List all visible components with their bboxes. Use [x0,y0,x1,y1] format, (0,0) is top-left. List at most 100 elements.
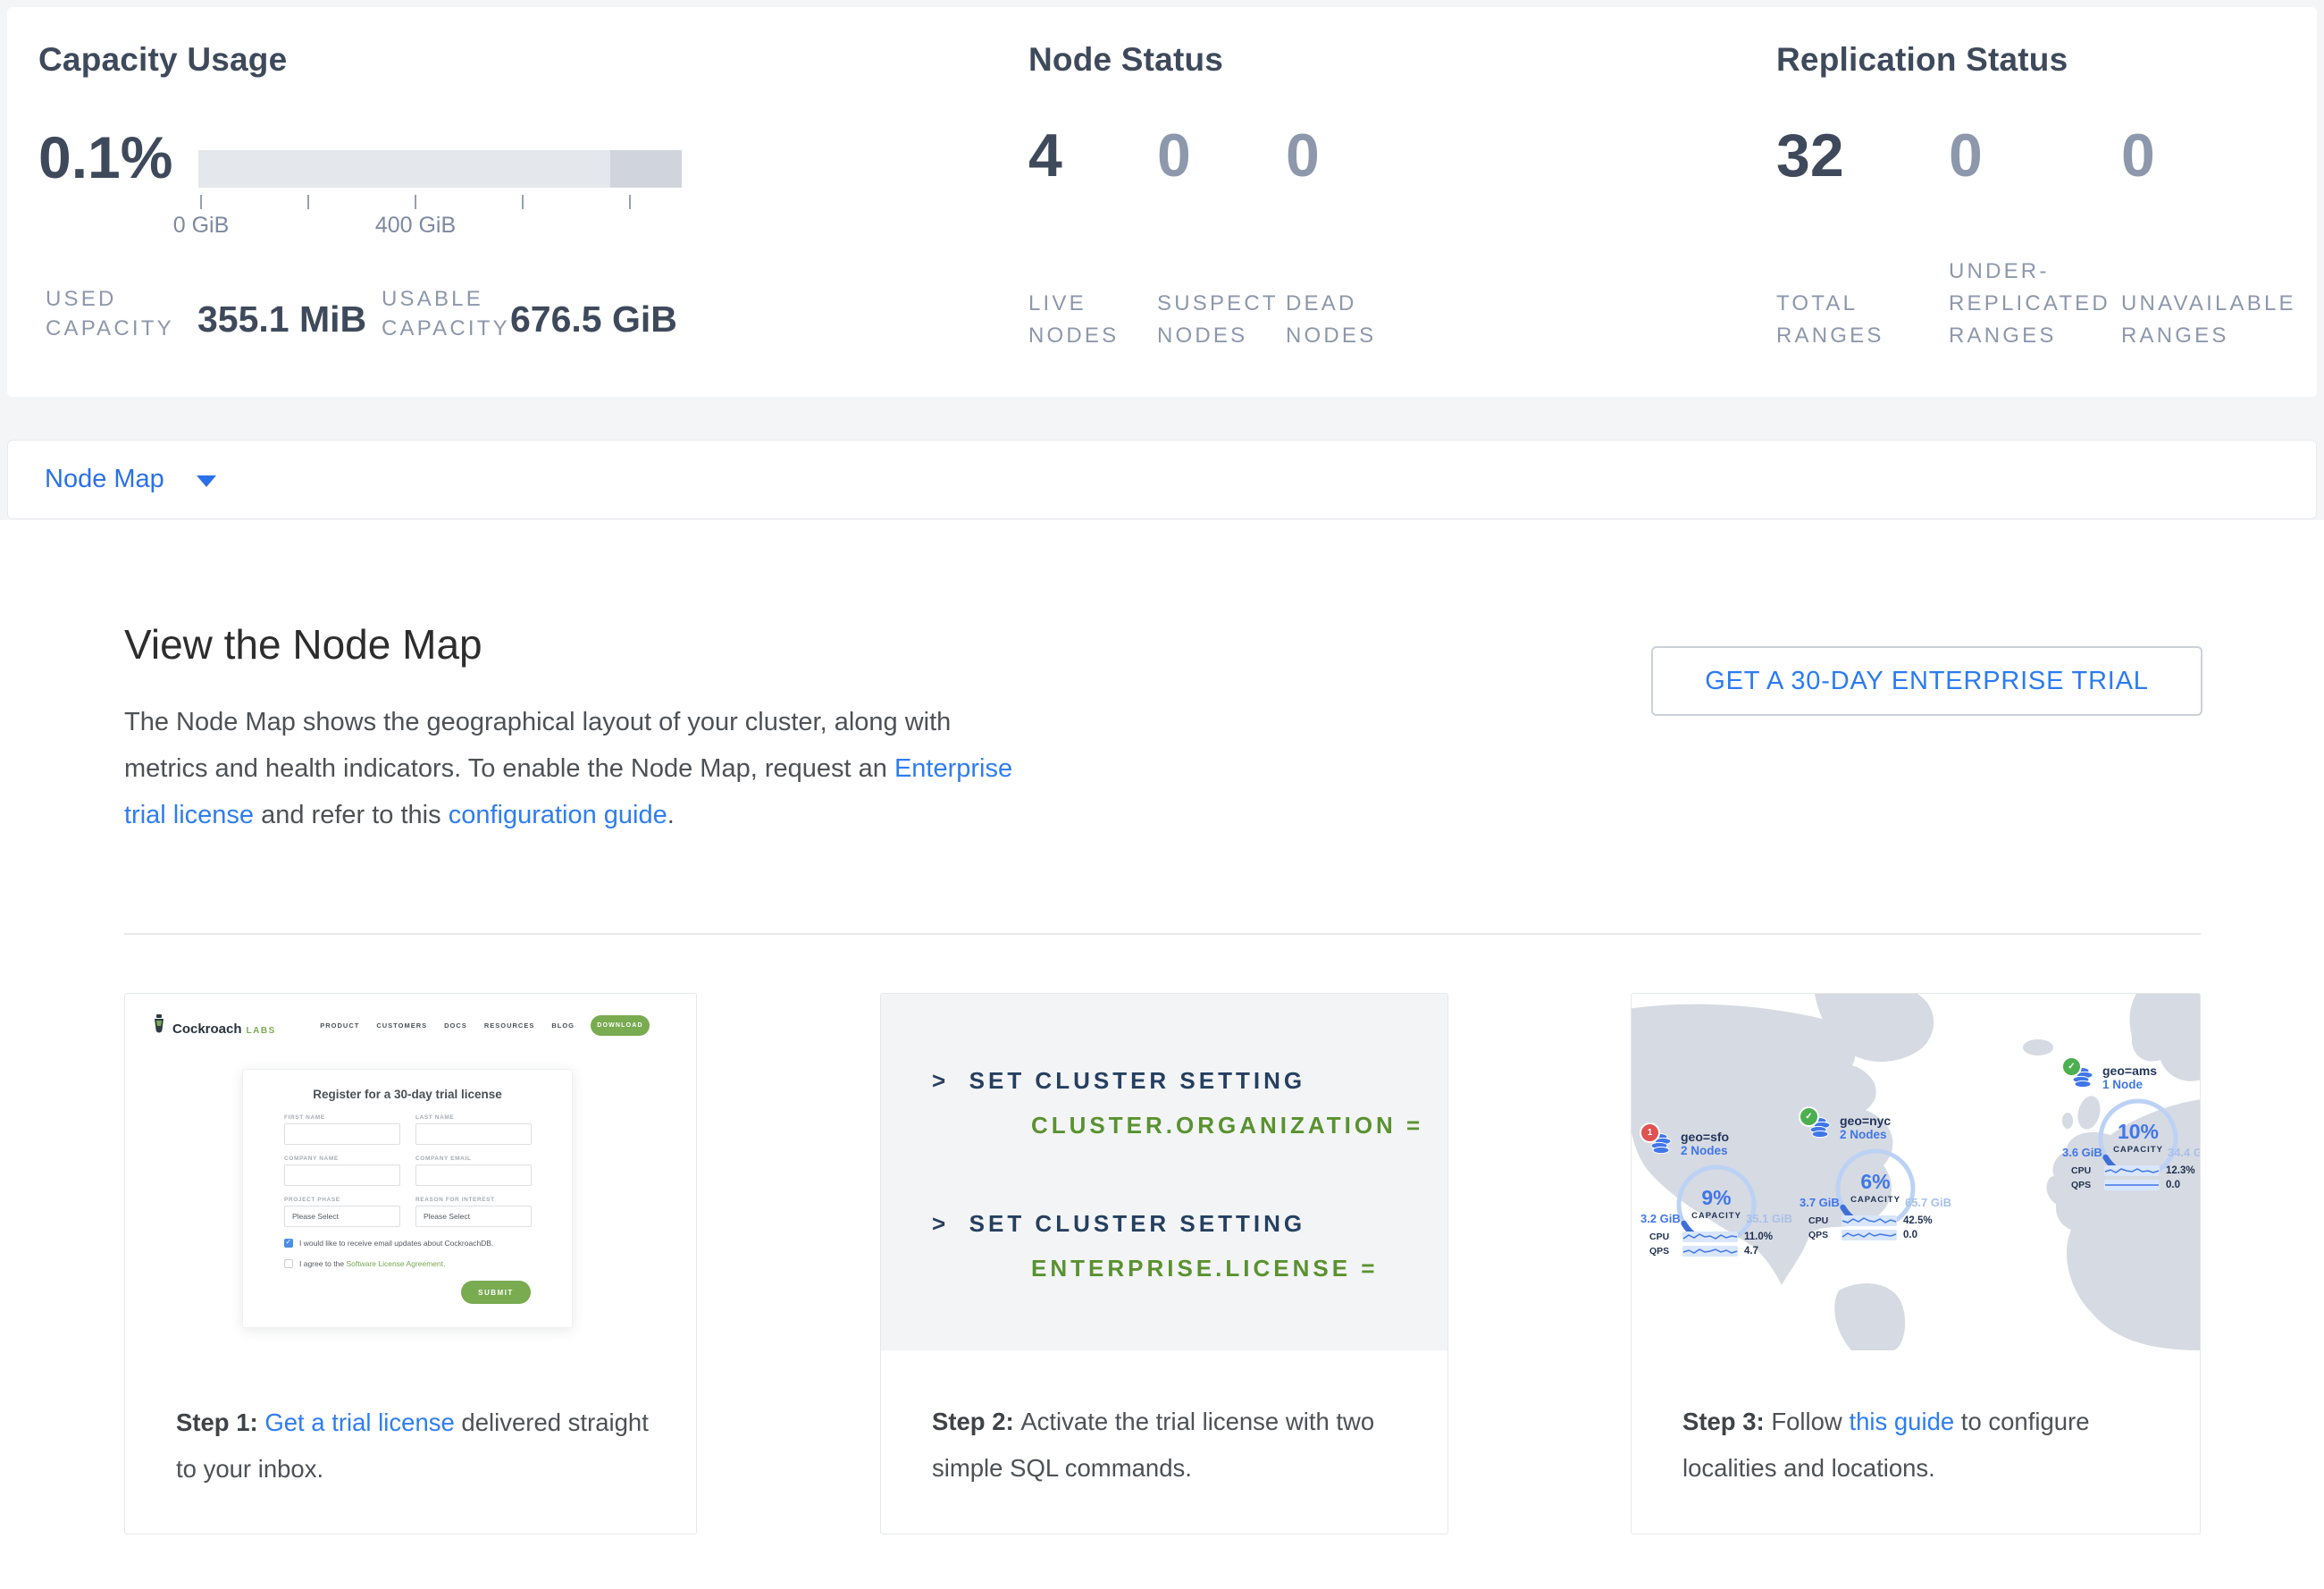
checkbox-checked-icon [284,1239,293,1248]
qps-sparkline [1842,1229,1897,1241]
qps-label: QPS [2071,1180,2098,1190]
node-count: 1 Node [2102,1078,2157,1092]
total-value: 65.7 GiB [1905,1196,1951,1209]
nodemap-dropdown[interactable]: Node Map [7,440,2317,519]
qps-label: QPS [1808,1230,1835,1240]
stat-label: UNDER-REPLICATED RANGES [1949,256,2121,352]
node-locality: geo=sfo [1681,1130,1729,1144]
get-a-trial-license-link[interactable]: Get a trial license [264,1408,454,1436]
axis-tick [200,195,202,209]
gauge-percent: 9% [1701,1186,1731,1209]
axis-tick [415,195,416,209]
form-field: PROJECT PHASE Please Select [284,1197,400,1227]
step-1-caption: Step 1: Get a trial license delivered st… [125,1360,696,1492]
field-label: COMPANY NAME [284,1156,400,1162]
software-license-agreement-link[interactable]: Software License Agreement. [346,1259,445,1268]
used-value: 3.6 GiB [2062,1146,2102,1159]
node-status-stats: 4 LIVE NODES 0 SUSPECT NODES 0 DEAD NODE… [1028,79,1414,354]
step-card-sql-commands: > SET CLUSTER SETTING CLUSTER.ORGANIZATI… [880,993,1448,1534]
qps-label: QPS [1649,1246,1676,1257]
axis-tick-label: 0 GiB [173,213,230,239]
sql-setting-name: CLUSTER.ORGANIZATION = [1031,1112,1423,1139]
node-status-panel: Node Status 4 LIVE NODES 0 SUSPECT NODES… [1028,41,1414,354]
enterprise-trial-button[interactable]: GET A 30-DAY ENTERPRISE TRIAL [1651,646,2202,716]
email-updates-checkbox-row: I would like to receive email updates ab… [284,1239,531,1248]
page-title: View the Node Map [124,620,482,668]
cpu-metric: CPU 12.3% [2071,1164,2195,1177]
node-titles: geo=nyc 2 Nodes [1840,1114,1891,1142]
unavailable-ranges-stat: 0 UNAVAILABLE RANGES [2121,79,2309,354]
mini-site-nav: PRODUCT CUSTOMERS DOCS RESOURCES BLOG [320,1022,575,1030]
text-run: and refer to this [254,801,449,829]
map-node-nyc: ✓ geo=nyc 2 Nodes [1808,1114,1942,1142]
nav-item: CUSTOMERS [376,1022,427,1030]
cluster-overview-page: { "stats": { "capacity": { "title": "Cap… [0,0,2324,1589]
capacity-bar-track [198,150,682,188]
cpu-sparkline [2104,1164,2160,1177]
gauge-values: 3.7 GiB 65.7 GiB [1800,1196,1951,1209]
cpu-metric: CPU 11.0% [1649,1231,1773,1243]
this-guide-link[interactable]: this guide [1849,1408,1954,1435]
node-titles: geo=sfo 2 Nodes [1681,1130,1729,1158]
text-run: Step 3: [1682,1408,1771,1435]
nodemap-dropdown-label[interactable]: Node Map [45,465,164,494]
replication-stats: 32 TOTAL RANGES 0 UNDER-REPLICATED RANGE… [1776,79,2309,354]
nodemap-description: The Node Map shows the geographical layo… [124,699,1027,838]
stat-value: 0 [1949,125,2121,186]
checkbox-label: I agree to the Software License Agreemen… [299,1259,446,1268]
node-count: 2 Nodes [1840,1128,1891,1142]
text-input [415,1164,532,1186]
node-count: 2 Nodes [1681,1144,1729,1158]
node-header: 1 geo=sfo 2 Nodes [1649,1130,1783,1158]
axis-tick [307,195,309,209]
text-input [284,1123,400,1145]
qps-value: 0.0 [2166,1180,2180,1190]
qps-value: 0.0 [1903,1230,1917,1240]
mini-submit-button: SUBMIT [461,1281,531,1304]
qps-value: 4.7 [1744,1246,1758,1257]
submit-row: SUBMIT [284,1281,531,1304]
cpu-value: 42.5% [1903,1215,1933,1226]
capacity-bar-reserved-segment [610,150,682,188]
total-value: 34.4 GiB [2168,1146,2200,1159]
step-card-trial-license: Cockroach LABS PRODUCT CUSTOMERS DOCS RE… [124,993,697,1534]
form-field: COMPANY EMAIL [415,1156,532,1186]
trial-license-form: Register for a 30-day trial license FIRS… [242,1069,573,1328]
stat-value: 32 [1776,125,1949,186]
replication-status-panel: Replication Status 32 TOTAL RANGES 0 UND… [1776,41,2309,354]
used-capacity-value: 355.1 MiB [197,298,366,340]
qps-metric: QPS 4.7 [1649,1245,1758,1257]
sql-keyword: SET CLUSTER SETTING [969,1067,1305,1094]
select-input: Please Select [415,1206,532,1227]
chevron-down-icon[interactable] [197,475,216,487]
stat-label: TOTAL RANGES [1776,288,1949,352]
logo-text: Cockroach [172,1022,242,1037]
cpu-sparkline [1682,1231,1738,1243]
capacity-percent: 0.1% [38,123,172,191]
node-locality: geo=nyc [1840,1114,1891,1128]
form-title: Register for a 30-day trial license [284,1088,531,1101]
node-locality: geo=ams [2102,1064,2157,1078]
nav-item: BLOG [551,1022,575,1030]
cockroach-labs-logo: Cockroach LABS [150,1013,276,1037]
configuration-guide-link[interactable]: configuration guide [449,801,667,829]
node-header: ✓ geo=ams 1 Node [2071,1064,2200,1092]
step-2-caption: Step 2: Activate the trial license with … [881,1350,1447,1492]
map-node-sfo: 1 geo=sfo 2 Nodes [1649,1130,1783,1158]
field-label: PROJECT PHASE [284,1197,400,1203]
capacity-usage-panel: Capacity Usage 0.1% 0 GiB 400 GiB USED C… [38,41,287,79]
cpu-label: CPU [2071,1165,2098,1176]
stat-label: DEAD NODES [1286,288,1414,352]
nodemap-preview: 1 geo=sfo 2 Nodes [1632,994,2200,1350]
sql-code-block: > SET CLUSTER SETTING CLUSTER.ORGANIZATI… [881,994,1447,1350]
usable-capacity-value: 676.5 GiB [510,298,677,340]
form-field: FIRST NAME [284,1114,400,1145]
text-run: The Node Map shows the geographical layo… [124,708,951,783]
node-icon-wrap: ✓ [2071,1066,2094,1089]
sql-statement: > SET CLUSTER SETTING [932,1210,1305,1238]
node-header: ✓ geo=nyc 2 Nodes [1808,1114,1942,1142]
cluster-summary-card: Capacity Usage 0.1% 0 GiB 400 GiB USED C… [7,7,2317,397]
form-field: COMPANY NAME [284,1156,400,1186]
text-run: . [667,801,675,829]
stat-value: 0 [1157,125,1286,186]
